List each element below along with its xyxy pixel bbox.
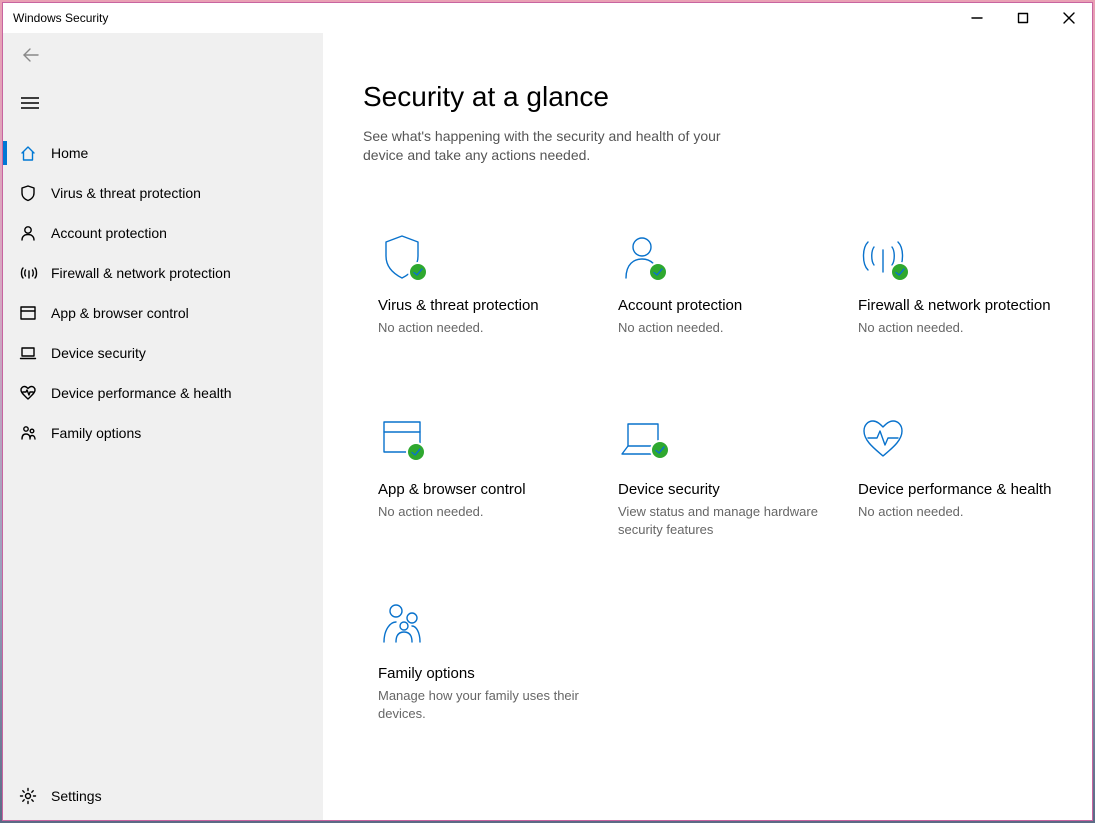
back-button[interactable] xyxy=(3,33,323,81)
card-desc: No action needed. xyxy=(378,503,580,521)
heart-icon xyxy=(19,384,51,402)
menu-icon xyxy=(21,96,39,115)
card-desc: No action needed. xyxy=(618,319,820,337)
sidebar-item-device-health[interactable]: Device performance & health xyxy=(3,373,323,413)
card-title: App & browser control xyxy=(378,480,580,500)
card-family[interactable]: Family options Manage how your family us… xyxy=(363,583,595,759)
card-device-security[interactable]: Device security View status and manage h… xyxy=(603,399,835,575)
shield-icon xyxy=(378,232,580,290)
sidebar-item-label: Home xyxy=(51,145,88,161)
card-title: Firewall & network protection xyxy=(858,296,1060,316)
check-icon xyxy=(406,442,426,462)
maximize-button[interactable] xyxy=(1000,3,1046,33)
family-icon xyxy=(378,600,580,658)
family-icon xyxy=(19,424,51,442)
main-content: Security at a glance See what's happenin… xyxy=(323,33,1092,820)
card-desc: View status and manage hardware security… xyxy=(618,503,820,538)
laptop-icon xyxy=(618,416,820,474)
page-title: Security at a glance xyxy=(363,81,1052,113)
sidebar-item-label: App & browser control xyxy=(51,305,189,321)
check-icon xyxy=(408,262,428,282)
sidebar-item-virus[interactable]: Virus & threat protection xyxy=(3,173,323,213)
card-device-health[interactable]: Device performance & health No action ne… xyxy=(843,399,1075,575)
sidebar-item-device-security[interactable]: Device security xyxy=(3,333,323,373)
hamburger-button[interactable] xyxy=(3,81,323,129)
app-window: Windows Security xyxy=(2,2,1093,821)
gear-icon xyxy=(19,787,51,805)
sidebar-item-label: Family options xyxy=(51,425,141,441)
browser-icon xyxy=(19,304,51,322)
person-icon xyxy=(19,224,51,242)
person-icon xyxy=(618,232,820,290)
sidebar-item-label: Settings xyxy=(51,788,102,804)
check-icon xyxy=(650,440,670,460)
minimize-button[interactable] xyxy=(954,3,1000,33)
antenna-icon xyxy=(19,264,51,282)
cards-grid: Virus & threat protection No action need… xyxy=(363,215,1052,759)
card-title: Device performance & health xyxy=(858,480,1060,500)
check-icon xyxy=(890,262,910,282)
sidebar-item-label: Device performance & health xyxy=(51,385,232,401)
laptop-icon xyxy=(19,344,51,362)
sidebar-item-home[interactable]: Home xyxy=(3,133,323,173)
card-title: Account protection xyxy=(618,296,820,316)
sidebar-item-app-browser[interactable]: App & browser control xyxy=(3,293,323,333)
titlebar: Windows Security xyxy=(3,3,1092,33)
sidebar-item-firewall[interactable]: Firewall & network protection xyxy=(3,253,323,293)
sidebar-item-settings[interactable]: Settings xyxy=(3,772,323,820)
back-icon xyxy=(21,45,41,70)
card-desc: Manage how your family uses their device… xyxy=(378,687,580,722)
card-title: Virus & threat protection xyxy=(378,296,580,316)
card-desc: No action needed. xyxy=(378,319,580,337)
sidebar: Home Virus & threat protection Account p… xyxy=(3,33,323,820)
sidebar-item-label: Account protection xyxy=(51,225,167,241)
card-desc: No action needed. xyxy=(858,319,1060,337)
home-icon xyxy=(19,144,51,162)
sidebar-item-label: Firewall & network protection xyxy=(51,265,231,281)
body: Home Virus & threat protection Account p… xyxy=(3,33,1092,820)
sidebar-item-account[interactable]: Account protection xyxy=(3,213,323,253)
shield-icon xyxy=(19,184,51,202)
card-firewall[interactable]: Firewall & network protection No action … xyxy=(843,215,1075,391)
close-button[interactable] xyxy=(1046,3,1092,33)
card-title: Family options xyxy=(378,664,580,684)
sidebar-item-label: Virus & threat protection xyxy=(51,185,201,201)
page-subtitle: See what's happening with the security a… xyxy=(363,127,763,165)
nav: Home Virus & threat protection Account p… xyxy=(3,129,323,772)
antenna-icon xyxy=(858,232,1060,290)
card-virus[interactable]: Virus & threat protection No action need… xyxy=(363,215,595,391)
sidebar-item-family[interactable]: Family options xyxy=(3,413,323,453)
heart-icon xyxy=(858,416,1060,474)
card-account[interactable]: Account protection No action needed. xyxy=(603,215,835,391)
card-title: Device security xyxy=(618,480,820,500)
sidebar-item-label: Device security xyxy=(51,345,146,361)
browser-icon xyxy=(378,416,580,474)
check-icon xyxy=(648,262,668,282)
window-title: Windows Security xyxy=(3,11,108,25)
card-app-browser[interactable]: App & browser control No action needed. xyxy=(363,399,595,575)
card-desc: No action needed. xyxy=(858,503,1060,521)
